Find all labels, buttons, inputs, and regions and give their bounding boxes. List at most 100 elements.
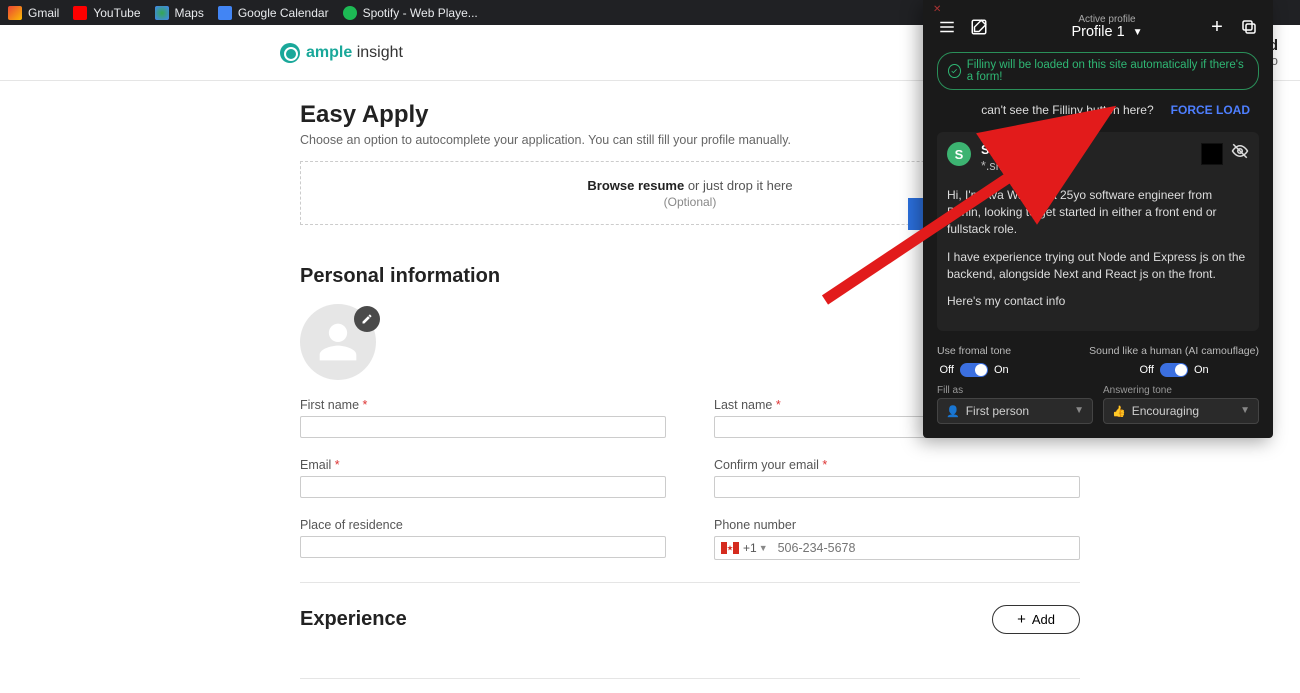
- toggle-on-label: On: [994, 364, 1009, 376]
- active-profile-value: Profile 1: [1071, 24, 1124, 40]
- chevron-down-icon: ▼: [1133, 27, 1143, 38]
- caret-down-icon[interactable]: ▼: [759, 543, 768, 553]
- field-email: Email *: [300, 458, 666, 498]
- avatar-edit-button[interactable]: [354, 306, 380, 332]
- tone-value: Encouraging: [1132, 404, 1199, 418]
- bookmark-label: Maps: [175, 6, 204, 20]
- label-email: Email *: [300, 458, 666, 472]
- phone-wrapper: +1 ▼: [714, 536, 1080, 560]
- site-name: Smartrecruiters: [981, 142, 1074, 158]
- chevron-down-icon: ▼: [1240, 405, 1250, 416]
- copy-button[interactable]: [1239, 17, 1259, 37]
- person-icon: [316, 320, 360, 364]
- field-place: Place of residence: [300, 518, 666, 560]
- switch-human[interactable]: [1160, 363, 1188, 377]
- hide-button[interactable]: [1231, 142, 1249, 165]
- panel-toolbar: Active profile Profile 1▼ +: [937, 14, 1259, 40]
- phone-country-code[interactable]: +1: [743, 541, 757, 555]
- site-domain: *.smartrecruiters: [981, 158, 1074, 174]
- edit-profile-button[interactable]: [969, 17, 989, 37]
- bookmark-label: YouTube: [93, 6, 140, 20]
- profile-bio: Hi, I'm Ava Walker, a 25yo software engi…: [947, 187, 1249, 311]
- bookmark-label: Spotify - Web Playe...: [363, 6, 478, 20]
- toggle-on-label: On: [1194, 364, 1209, 376]
- cant-see-text: can't see the Filliny button here?: [981, 103, 1153, 117]
- person-emoji-icon: 👤: [946, 406, 960, 418]
- label-phone: Phone number: [714, 518, 1080, 532]
- force-load-row: can't see the Filliny button here? FORCE…: [937, 98, 1259, 122]
- calendar-icon: [218, 6, 232, 20]
- toggle-label: Sound like a human (AI camouflage): [1089, 345, 1259, 357]
- chevron-down-icon: ▼: [1074, 405, 1084, 416]
- logo-text: ample insight: [306, 44, 403, 62]
- auto-load-info: Filliny will be loaded on this site auto…: [937, 52, 1259, 90]
- dropzone-text: Browse resume or just drop it here: [587, 178, 792, 193]
- menu-button[interactable]: [937, 17, 957, 37]
- fill-as-label: Fill as: [937, 385, 1093, 396]
- thumbs-up-emoji-icon: 👍: [1112, 406, 1126, 418]
- check-circle-icon: [948, 64, 961, 78]
- add-label: Add: [1032, 612, 1055, 627]
- color-swatch[interactable]: [1201, 143, 1223, 165]
- bookmark-label: Gmail: [28, 6, 59, 20]
- maps-icon: [155, 6, 169, 20]
- toggle-formal-tone: Use fromal tone Off On: [937, 345, 1011, 377]
- input-confirm-email[interactable]: [714, 476, 1080, 498]
- add-experience-button[interactable]: + Add: [992, 605, 1080, 634]
- input-email[interactable]: [300, 476, 666, 498]
- widget-edge: [908, 198, 924, 230]
- fill-as-select[interactable]: 👤 First person ▼: [937, 398, 1093, 424]
- bookmark-gcal[interactable]: Google Calendar: [218, 6, 329, 20]
- tone-label: Answering tone: [1103, 385, 1259, 396]
- logo-icon: [280, 43, 300, 63]
- toggle-human: Sound like a human (AI camouflage) Off O…: [1089, 345, 1259, 377]
- experience-section: Experience + Add: [300, 583, 1080, 656]
- force-load-button[interactable]: FORCE LOAD: [1162, 98, 1259, 122]
- input-first-name[interactable]: [300, 416, 666, 438]
- education-section: Education +Add: [300, 679, 1080, 693]
- field-phone: Phone number +1 ▼: [714, 518, 1080, 560]
- input-phone[interactable]: [774, 537, 1079, 559]
- bio-line: Hi, I'm Ava Walker, a 25yo software engi…: [947, 187, 1249, 239]
- toggle-row: Use fromal tone Off On Sound like a huma…: [937, 345, 1259, 377]
- canada-flag-icon[interactable]: [721, 542, 739, 554]
- fill-as-value: First person: [966, 404, 1029, 418]
- profile-selector[interactable]: Active profile Profile 1▼: [1019, 14, 1195, 40]
- toggle-off-label: Off: [939, 364, 953, 376]
- bio-line: I have experience trying out Node and Ex…: [947, 249, 1249, 284]
- bookmark-maps[interactable]: Maps: [155, 6, 204, 20]
- toggle-label: Use fromal tone: [937, 345, 1011, 357]
- dropzone-optional: (Optional): [664, 195, 717, 209]
- pencil-icon: [361, 313, 373, 325]
- eye-off-icon: [1231, 142, 1249, 160]
- logo[interactable]: ample insight: [280, 43, 403, 63]
- bookmark-spotify[interactable]: Spotify - Web Playe...: [343, 6, 478, 20]
- gmail-icon: [8, 6, 22, 20]
- site-card: S Smartrecruiters *.smartrecruiters Hi, …: [937, 132, 1259, 331]
- input-place[interactable]: [300, 536, 666, 558]
- edit-square-icon: [970, 18, 988, 36]
- copy-icon: [1240, 18, 1258, 36]
- bookmark-label: Google Calendar: [238, 6, 329, 20]
- switch-formal[interactable]: [960, 363, 988, 377]
- youtube-icon: [73, 6, 87, 20]
- close-icon[interactable]: ✕: [933, 4, 941, 15]
- plus-icon: +: [1017, 612, 1026, 627]
- bookmark-youtube[interactable]: YouTube: [73, 6, 140, 20]
- field-first-name: First name *: [300, 398, 666, 438]
- experience-title: Experience: [300, 608, 407, 631]
- bookmark-gmail[interactable]: Gmail: [8, 6, 59, 20]
- add-profile-button[interactable]: +: [1207, 17, 1227, 37]
- extension-panel: ✕ Active profile Profile 1▼ + Filliny wi…: [923, 0, 1273, 438]
- bio-line: Here's my contact info: [947, 293, 1249, 310]
- site-badge-icon: S: [947, 142, 971, 166]
- label-confirm-email: Confirm your email *: [714, 458, 1080, 472]
- field-confirm-email: Confirm your email *: [714, 458, 1080, 498]
- hamburger-icon: [938, 18, 956, 36]
- autoload-text: Filliny will be loaded on this site auto…: [967, 59, 1248, 83]
- toggle-off-label: Off: [1139, 364, 1153, 376]
- spotify-icon: [343, 6, 357, 20]
- tone-select[interactable]: 👍 Encouraging ▼: [1103, 398, 1259, 424]
- label-first-name: First name *: [300, 398, 666, 412]
- label-place: Place of residence: [300, 518, 666, 532]
